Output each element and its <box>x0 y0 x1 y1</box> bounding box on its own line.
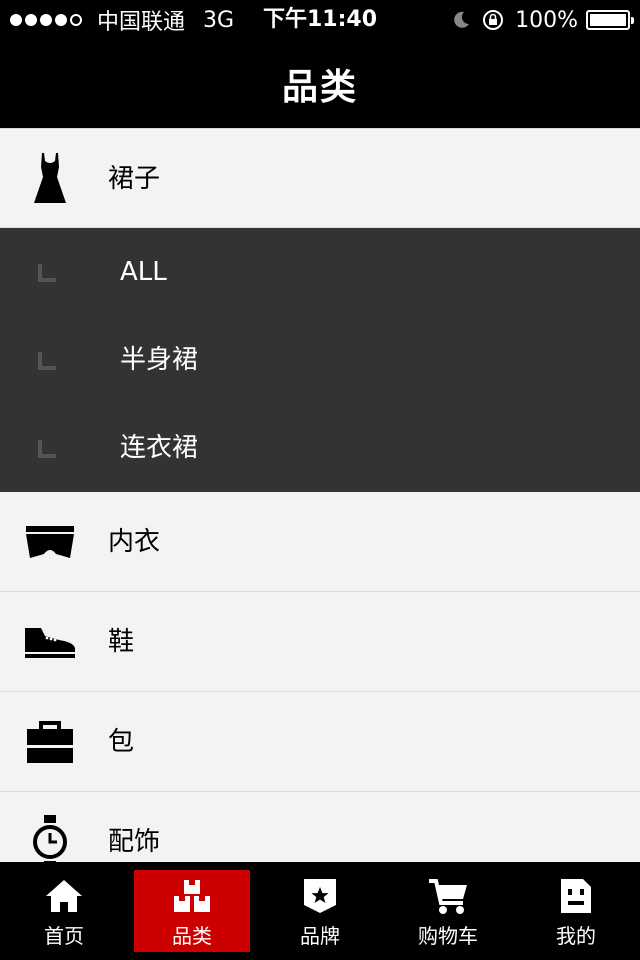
tab-label: 购物车 <box>418 924 478 948</box>
subcategory-label: 半身裙 <box>120 345 199 375</box>
tab-bar: 首页 品类 品牌 购物车 我的 <box>0 862 640 960</box>
cart-icon <box>384 876 512 916</box>
tab-profile[interactable]: 我的 <box>512 862 640 960</box>
category-icon <box>128 876 256 916</box>
tab-label: 品牌 <box>300 924 340 948</box>
category-list[interactable]: 裙子 ALL 半身裙 连衣裙 内衣 鞋 包 配饰 <box>0 128 640 862</box>
category-underwear[interactable]: 内衣 <box>0 492 640 592</box>
category-bags[interactable]: 包 <box>0 692 640 792</box>
moon-icon <box>454 11 470 28</box>
corner-bracket-icon <box>38 440 56 458</box>
phone-screen: 中国联通 3G 下午11:40 100% 品类 裙子 ALL 半身裙 连衣裙 内… <box>0 0 640 960</box>
subcategory-label: ALL <box>120 257 167 287</box>
category-label: 配饰 <box>108 827 161 857</box>
shoe-icon <box>20 612 80 672</box>
battery-percentage: 100% <box>515 7 578 33</box>
category-dress[interactable]: 裙子 <box>0 128 640 228</box>
subcategory-label: 连衣裙 <box>120 433 199 463</box>
tab-category[interactable]: 品类 <box>128 862 256 960</box>
subcategory-one-piece-dress[interactable]: 连衣裙 <box>0 404 640 492</box>
home-icon <box>0 876 128 916</box>
underwear-icon <box>20 512 80 572</box>
dress-icon <box>20 149 80 209</box>
battery-icon <box>586 10 634 30</box>
profile-icon <box>512 876 640 916</box>
brand-icon <box>256 876 384 916</box>
subcategory-panel: ALL 半身裙 连衣裙 <box>0 228 640 492</box>
corner-bracket-icon <box>38 264 56 282</box>
status-right: 100% <box>451 0 634 40</box>
category-label: 鞋 <box>108 627 135 657</box>
subcategory-skirt[interactable]: 半身裙 <box>0 316 640 404</box>
category-label: 包 <box>108 727 135 757</box>
status-bar: 中国联通 3G 下午11:40 100% <box>0 0 640 40</box>
rotation-lock-icon <box>483 10 504 30</box>
tab-brand[interactable]: 品牌 <box>256 862 384 960</box>
nav-bar: 品类 <box>0 40 640 128</box>
subcategory-all[interactable]: ALL <box>0 228 640 316</box>
category-label: 内衣 <box>108 527 161 557</box>
tab-label: 首页 <box>44 924 84 948</box>
tab-label: 品类 <box>172 924 212 948</box>
category-shoes[interactable]: 鞋 <box>0 592 640 692</box>
tab-cart[interactable]: 购物车 <box>384 862 512 960</box>
corner-bracket-icon <box>38 352 56 370</box>
watch-icon <box>20 812 80 862</box>
page-title: 品类 <box>281 67 358 108</box>
tab-label: 我的 <box>556 924 596 948</box>
bag-icon <box>20 712 80 772</box>
category-label: 裙子 <box>108 164 161 194</box>
tab-home[interactable]: 首页 <box>0 862 128 960</box>
category-accessories[interactable]: 配饰 <box>0 792 640 862</box>
